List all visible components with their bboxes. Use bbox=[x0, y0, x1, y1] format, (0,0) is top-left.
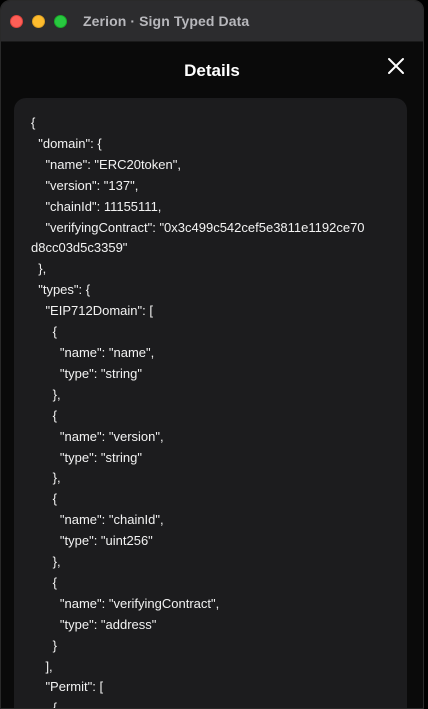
window-title: Zerion · Sign Typed Data bbox=[83, 13, 250, 29]
page-title: Details bbox=[184, 61, 240, 80]
window-controls bbox=[10, 14, 67, 28]
close-button[interactable] bbox=[385, 55, 407, 77]
close-icon bbox=[388, 58, 404, 74]
title-bar[interactable]: Zerion · Sign Typed Data bbox=[1, 1, 423, 42]
window-minimize-button[interactable] bbox=[32, 14, 45, 28]
details-panel[interactable]: { "domain": { "name": "ERC20token", "ver… bbox=[14, 98, 407, 709]
app-window: Zerion · Sign Typed Data Details { "doma… bbox=[0, 0, 424, 709]
window-zoom-button[interactable] bbox=[54, 14, 67, 28]
dialog-header: Details bbox=[1, 42, 423, 98]
typed-data-json: { "domain": { "name": "ERC20token", "ver… bbox=[31, 115, 365, 709]
window-close-button[interactable] bbox=[10, 14, 23, 28]
